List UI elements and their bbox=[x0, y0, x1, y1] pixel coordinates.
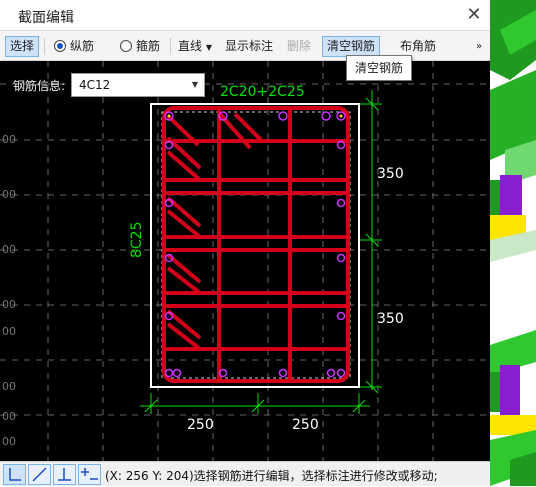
stirrup-radio[interactable]: 箍筋 bbox=[120, 36, 160, 57]
toolbar: 选择 纵筋 箍筋 直线 ▼ 显示标注 删除 清空钢筋 布角筋 » bbox=[0, 31, 490, 61]
delete-button[interactable]: 删除 bbox=[287, 36, 311, 57]
line-label: 直线 bbox=[178, 39, 203, 53]
grid-label: 00 bbox=[2, 435, 16, 448]
corner-rebar-button[interactable]: 布角筋 bbox=[400, 36, 436, 57]
line-dropdown[interactable]: 直线 ▼ bbox=[178, 36, 212, 57]
tooltip: 清空钢筋 bbox=[346, 55, 412, 81]
drawing-canvas[interactable]: 00 00 00 00 00 00 00 00 2C20+2C25 8C25 3… bbox=[0, 61, 490, 461]
perpendicular-mode-icon[interactable] bbox=[53, 464, 76, 485]
3d-model-image bbox=[490, 0, 536, 486]
close-icon[interactable]: ✕ bbox=[463, 3, 485, 27]
diagonal-mode-icon[interactable] bbox=[28, 464, 51, 485]
toolbar-divider bbox=[170, 38, 171, 55]
show-dimension-button[interactable]: 显示标注 bbox=[225, 36, 273, 57]
grid-label: 00 bbox=[2, 325, 16, 338]
radio-empty-icon bbox=[120, 40, 132, 52]
stirrup-label: 箍筋 bbox=[136, 39, 161, 53]
window-title: 截面编辑 bbox=[18, 10, 74, 26]
grid-label: 00 bbox=[2, 380, 16, 393]
select-button[interactable]: 选择 bbox=[5, 36, 40, 57]
section-drawing[interactable]: 00 00 00 00 00 00 00 00 2C20+2C25 8C25 3… bbox=[0, 61, 490, 461]
grid-label: 00 bbox=[2, 298, 16, 311]
longitudinal-bars[interactable] bbox=[164, 111, 346, 378]
3d-model-view[interactable] bbox=[490, 0, 536, 486]
double-chevron-right-icon[interactable]: » bbox=[476, 36, 482, 57]
grid-lines bbox=[0, 61, 490, 461]
orthogonal-mode-icon[interactable] bbox=[3, 464, 26, 485]
status-bar: (X: 256 Y: 204)选择钢筋进行编辑，选择标注进行修改或移动; bbox=[0, 461, 490, 486]
add-point-glyph bbox=[81, 468, 98, 480]
top-rebar-label: 2C20+2C25 bbox=[220, 84, 305, 100]
grid-label: 00 bbox=[2, 243, 16, 256]
grid-label: 00 bbox=[2, 410, 16, 423]
diagonal-glyph bbox=[32, 467, 47, 482]
rebar-info-select[interactable]: 4C12 ▼ bbox=[71, 73, 205, 97]
radio-selected-icon bbox=[54, 40, 66, 52]
grid-label: 00 bbox=[2, 188, 16, 201]
concrete-section-outline[interactable] bbox=[150, 103, 360, 388]
dim-bottom-left: 250 bbox=[187, 417, 214, 433]
chevron-down-icon: ▼ bbox=[191, 80, 198, 89]
rebar-info-label: 钢筋信息: bbox=[13, 79, 66, 93]
cover-outline bbox=[161, 111, 351, 379]
toolbar-divider bbox=[44, 38, 45, 55]
add-point-mode-icon[interactable] bbox=[78, 464, 101, 485]
section-editor-window: 截面编辑 ✕ 选择 纵筋 箍筋 直线 ▼ 显示标注 删除 清空钢筋 布角筋 » bbox=[0, 0, 536, 486]
chevron-down-icon: ▼ bbox=[205, 43, 212, 52]
dim-bottom-right: 250 bbox=[292, 417, 319, 433]
long-bar-label: 纵筋 bbox=[70, 39, 95, 53]
corner-bar-dots bbox=[167, 114, 343, 118]
dim-right-upper: 350 bbox=[377, 166, 404, 182]
dim-right-lower: 350 bbox=[377, 311, 404, 327]
clear-rebar-button[interactable]: 清空钢筋 bbox=[322, 36, 381, 57]
grid-axis-labels: 00 00 00 00 00 00 00 00 bbox=[2, 133, 16, 448]
side-rebar-label: 8C25 bbox=[129, 222, 145, 259]
grid-label: 00 bbox=[2, 133, 16, 146]
rebar-info-value: 4C12 bbox=[79, 78, 111, 92]
perpendicular-glyph bbox=[58, 468, 71, 481]
title-bar: 截面编辑 ✕ bbox=[0, 0, 490, 31]
status-text: (X: 256 Y: 204)选择钢筋进行编辑，选择标注进行修改或移动; bbox=[105, 469, 438, 483]
stirrup-hooks bbox=[166, 112, 264, 351]
ortho-glyph bbox=[9, 468, 21, 481]
long-bar-radio[interactable]: 纵筋 bbox=[54, 36, 94, 57]
